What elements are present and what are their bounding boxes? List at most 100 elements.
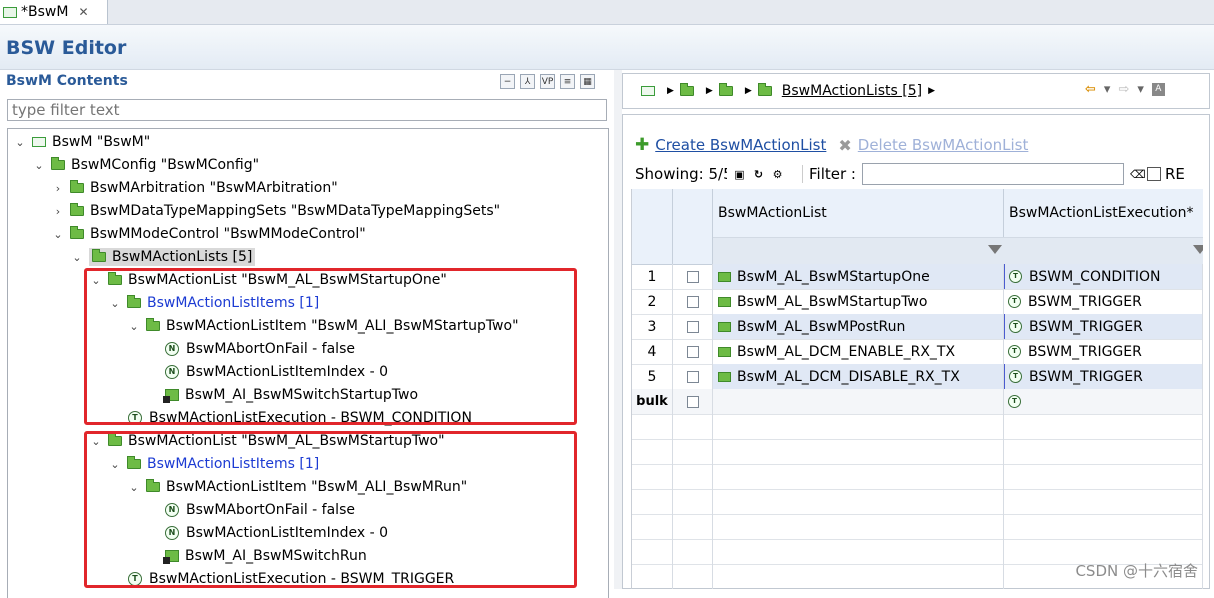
folder-icon[interactable]	[718, 83, 733, 96]
regex-label: RE	[1164, 165, 1185, 183]
empty-row	[632, 514, 1203, 540]
module-icon	[3, 6, 17, 18]
column-filter-strip	[713, 237, 1203, 265]
regex-checkbox[interactable]	[1146, 167, 1161, 181]
enum-param-icon: T	[1008, 395, 1021, 408]
folder-icon	[718, 321, 731, 332]
highlight-box	[84, 431, 577, 588]
table-row[interactable]: 3 BswM_AL_BswMPostRun T BSWM_TRIGGER	[632, 314, 1203, 340]
folder-icon	[718, 346, 731, 357]
row-checkbox[interactable]	[686, 270, 699, 283]
tree-node[interactable]: ⌄ BswM "BswM"	[14, 131, 150, 153]
forward-arrow-icon[interactable]: ⇨	[1118, 82, 1129, 97]
enum-param-icon: T	[1009, 270, 1022, 283]
row-checkbox[interactable]	[686, 345, 699, 358]
breadcrumb-current[interactable]: BswMActionLists [5]	[782, 83, 922, 99]
tab-bswm[interactable]: *BswM ✕	[0, 0, 108, 24]
tree-node[interactable]: › BswMArbitration "BswMArbitration"	[52, 177, 338, 199]
excel-icon[interactable]: ▣	[733, 168, 746, 181]
bulk-checkbox[interactable]	[686, 395, 699, 408]
module-icon	[32, 137, 46, 147]
tab-label: *BswM	[21, 4, 69, 20]
filter-input[interactable]	[7, 99, 607, 121]
grid-icon[interactable]: ▦	[580, 74, 595, 89]
triangle-right-icon[interactable]: ▶	[928, 86, 935, 96]
tree-node[interactable]: ⌄ BswMModeControl "BswMModeControl"	[52, 223, 366, 245]
selected-node: BswMActionLists [5]	[89, 248, 256, 266]
row-number-header	[632, 189, 673, 264]
chevron-right-icon[interactable]: ›	[52, 205, 64, 218]
filter-label: Filter :	[802, 165, 856, 183]
clear-filter-icon[interactable]: ⌫	[1130, 168, 1146, 181]
editor-tab-bar: *BswM ✕	[0, 0, 1214, 25]
tree-node[interactable]: ⌄ BswMConfig "BswMConfig"	[33, 154, 259, 176]
contents-toolbar: − ⅄ VP ≡ ▦	[500, 74, 595, 89]
details-pane: ▶ ▶ ▶ BswMActionLists [5] ▶ ⇦ ▾ ⇨ ▾ A ✚ …	[622, 70, 1214, 589]
create-button[interactable]: Create BswMActionList	[655, 136, 826, 154]
folder-icon	[51, 157, 65, 170]
table-filter-input[interactable]	[861, 163, 1124, 185]
tree-node[interactable]: › BswMDataTypeMappingSets "BswMDataTypeM…	[52, 200, 500, 222]
enum-param-icon: T	[1008, 295, 1021, 308]
table-header: BswMActionList BswMActionListExecution*	[632, 189, 1203, 265]
triangle-right-icon[interactable]: ▶	[706, 86, 713, 96]
close-icon[interactable]: ✕	[78, 5, 88, 19]
highlight-box	[84, 268, 577, 425]
folder-icon	[718, 296, 731, 307]
empty-row	[632, 439, 1203, 465]
folder-icon	[718, 271, 731, 282]
table-row[interactable]: 4 BswM_AL_DCM_ENABLE_RX_TX T BSWM_TRIGGER	[632, 339, 1203, 365]
contents-pane: BswM Contents − ⅄ VP ≡ ▦ ⌄ BswM "BswM" ⌄…	[0, 70, 614, 598]
page-title: BSW Editor	[6, 37, 127, 59]
folder-icon	[70, 180, 84, 193]
document-icon[interactable]: ≡	[560, 74, 575, 89]
folder-icon	[92, 249, 106, 262]
row-checkbox[interactable]	[686, 320, 699, 333]
empty-row	[632, 489, 1203, 515]
module-icon[interactable]	[641, 86, 655, 96]
funnel-icon[interactable]	[988, 245, 1002, 254]
folder-icon	[718, 371, 731, 382]
enum-param-icon: T	[1009, 370, 1022, 383]
chevron-down-icon[interactable]: ▾	[1104, 82, 1111, 97]
watermark: CSDN @十六宿舍	[1075, 562, 1198, 580]
delete-icon: ✖	[838, 135, 852, 155]
chevron-down-icon[interactable]: ▾	[1137, 82, 1144, 97]
chevron-down-icon[interactable]: ⌄	[14, 136, 26, 149]
text-mode-icon[interactable]: A	[1151, 83, 1165, 96]
chevron-down-icon[interactable]: ⌄	[71, 251, 83, 264]
enum-param-icon: T	[1009, 320, 1022, 333]
empty-row	[632, 414, 1203, 440]
table-row[interactable]: 1 BswM_AL_BswMStartupOne T BSWM_CONDITION	[632, 264, 1203, 290]
back-arrow-icon[interactable]: ⇦	[1085, 82, 1096, 97]
enum-param-icon: T	[1008, 345, 1021, 358]
tree-node-selected[interactable]: ⌄ BswMActionLists [5]	[71, 246, 256, 268]
table-panel: ✚ Create BswMActionList ✖ Delete BswMAct…	[622, 114, 1210, 589]
chevron-down-icon[interactable]: ⌄	[52, 228, 64, 241]
table-row[interactable]: 5 BswM_AL_DCM_DISABLE_RX_TX T BSWM_TRIGGE…	[632, 364, 1203, 390]
folder-icon	[757, 83, 772, 96]
folder-icon[interactable]	[679, 83, 694, 96]
showing-count: Showing: 5/5	[635, 165, 727, 183]
table-row[interactable]: 2 BswM_AL_BswMStartupTwo T BSWM_TRIGGER	[632, 289, 1203, 315]
triangle-right-icon[interactable]: ▶	[745, 86, 752, 96]
bulk-row[interactable]: bulk T	[632, 389, 1203, 415]
vp-res-icon[interactable]: VP	[540, 74, 555, 89]
refresh-icon[interactable]: ↻	[752, 168, 765, 181]
empty-row	[632, 464, 1203, 490]
action-list-table: BswMActionList BswMActionListExecution* …	[631, 189, 1203, 589]
funnel-icon[interactable]	[1193, 245, 1203, 254]
chevron-down-icon[interactable]: ⌄	[33, 159, 45, 172]
row-checkbox[interactable]	[686, 370, 699, 383]
breadcrumb: ▶ ▶ ▶ BswMActionLists [5] ▶ ⇦ ▾ ⇨ ▾ A	[622, 73, 1210, 109]
pane-splitter[interactable]	[614, 70, 622, 589]
collapse-all-icon[interactable]: −	[500, 74, 515, 89]
settings-icon[interactable]: ⚙	[771, 168, 784, 181]
editor-header: BSW Editor	[0, 25, 1214, 70]
plus-icon: ✚	[635, 135, 650, 155]
delete-button[interactable]: Delete BswMActionList	[858, 136, 1029, 154]
triangle-right-icon[interactable]: ▶	[667, 86, 674, 96]
chevron-right-icon[interactable]: ›	[52, 182, 64, 195]
row-checkbox[interactable]	[686, 295, 699, 308]
link-icon[interactable]: ⅄	[520, 74, 535, 89]
